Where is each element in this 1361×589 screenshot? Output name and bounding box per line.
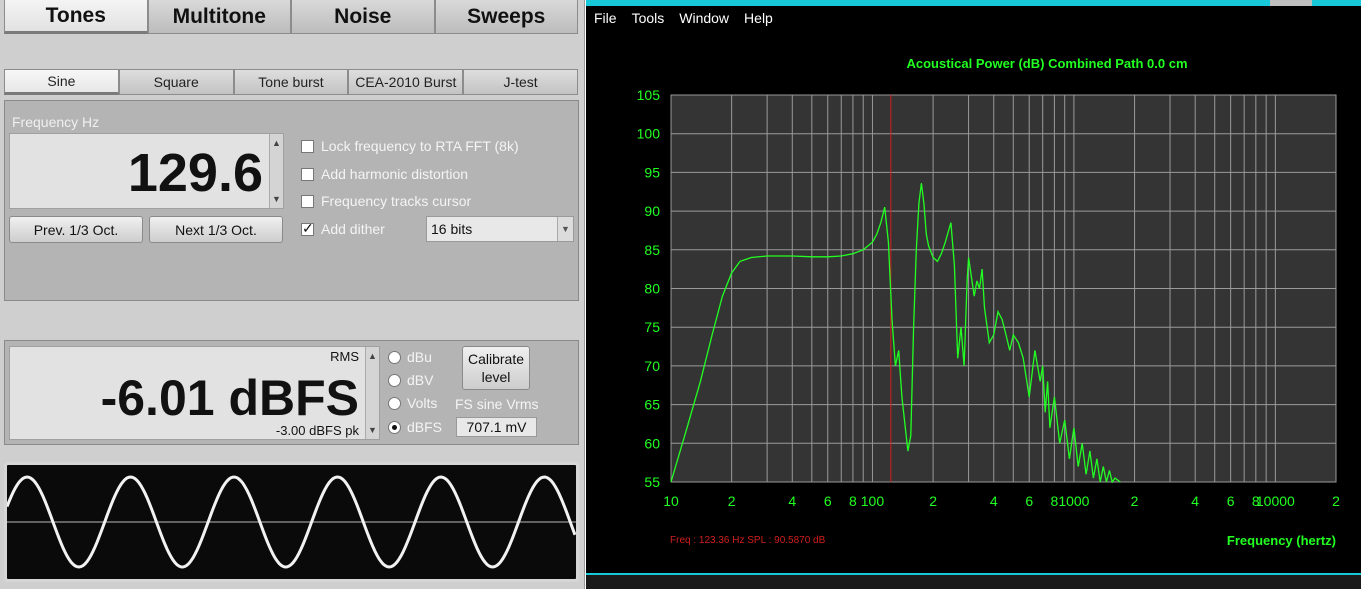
checkbox[interactable]: [301, 220, 314, 237]
option-label: Add dither: [321, 221, 385, 237]
chart-title: Acoustical Power (dB) Combined Path 0.0 …: [907, 56, 1188, 71]
option-label: Frequency tracks cursor: [321, 193, 472, 209]
x-tick-label: 6: [1227, 493, 1235, 509]
spin-down-icon[interactable]: ▼: [368, 425, 377, 435]
y-tick-label: 65: [644, 397, 660, 413]
subtab-square[interactable]: Square: [118, 69, 234, 95]
frequency-stepper[interactable]: ▲ ▼: [269, 134, 283, 208]
level-display[interactable]: RMS -6.01 dBFS -3.00 dBFS pk ▲ ▼: [9, 346, 380, 440]
x-tick-label: 1000: [1058, 493, 1089, 509]
rms-label: RMS: [330, 349, 359, 364]
measurement-window: File Tools Window Help 55 60 65 70 75 80 85 90 9…: [586, 0, 1361, 589]
checkbox[interactable]: [301, 194, 314, 208]
frequency-value: 129.6: [127, 143, 263, 203]
y-tick-label: 95: [644, 164, 660, 180]
option-frequency-tracks-cursor[interactable]: Frequency tracks cursor: [301, 193, 471, 209]
y-tick-label: 75: [644, 319, 660, 335]
dither-bits-select[interactable]: 16 bits ▼: [426, 216, 574, 242]
unit-dbu[interactable]: dBu: [388, 349, 432, 365]
radio-button[interactable]: [388, 373, 401, 387]
generator-tabs: Tones Multitone Noise Sweeps: [4, 0, 578, 34]
frequency-panel: Frequency Hz 129.6 ▲ ▼ Prev. 1/3 Oct. Ne…: [4, 100, 579, 301]
x-tick-label: 4: [788, 493, 796, 509]
frequency-response-chart[interactable]: 55606570758085909510010510 2 4 6 8 100 2 4 6 8 100…: [586, 0, 1361, 573]
x-tick-label: 2: [929, 493, 937, 509]
tab-tones[interactable]: Tones: [4, 0, 148, 34]
y-tick-label: 70: [644, 358, 660, 374]
subtab-sine[interactable]: Sine: [4, 69, 119, 95]
prev-octave-button[interactable]: Prev. 1/3 Oct.: [9, 216, 143, 243]
taskbar-strip: [586, 573, 1361, 589]
x-tick-label: 10000: [1256, 493, 1295, 509]
y-tick-label: 60: [644, 435, 660, 451]
cursor-readout: Freq : 123.36 Hz SPL : 90.5870 dB: [670, 535, 826, 546]
waveform-tabs: Sine Square Tone burst CEA-2010 Burst J-…: [4, 69, 578, 95]
x-axis-label: Frequency (hertz): [1227, 533, 1336, 548]
tab-noise[interactable]: Noise: [291, 0, 435, 34]
x-tick-label: 100: [861, 493, 885, 509]
y-tick-label: 90: [644, 203, 660, 219]
subtab-tone-burst[interactable]: Tone burst: [233, 69, 349, 95]
subtab-j-test[interactable]: J-test: [463, 69, 578, 95]
x-tick-label: 4: [1191, 493, 1199, 509]
radio-button[interactable]: [388, 396, 401, 410]
signal-generator-panel: Tones Multitone Noise Sweeps Sine Square…: [0, 0, 585, 589]
x-tick-label: 10: [663, 493, 679, 509]
unit-dbfs[interactable]: dBFS: [388, 419, 442, 435]
x-tick-label: 6: [1025, 493, 1033, 509]
x-tick-label: 2: [1131, 493, 1139, 509]
tab-multitone[interactable]: Multitone: [147, 0, 291, 34]
unit-label: dBV: [407, 372, 434, 388]
level-value: -6.01 dBFS: [100, 370, 359, 426]
option-harmonic-distortion[interactable]: Add harmonic distortion: [301, 166, 468, 182]
radio-button[interactable]: [388, 420, 401, 434]
option-lock-frequency[interactable]: Lock frequency to RTA FFT (8k): [301, 138, 519, 154]
y-tick-label: 85: [644, 242, 660, 258]
level-stepper[interactable]: ▲ ▼: [365, 347, 379, 439]
unit-volts[interactable]: Volts: [388, 395, 437, 411]
x-tick-label: 8: [1050, 493, 1058, 509]
spin-up-icon[interactable]: ▲: [368, 351, 377, 361]
tab-sweeps[interactable]: Sweeps: [434, 0, 578, 34]
fs-sine-label: FS sine Vrms: [455, 396, 539, 412]
unit-label: dBFS: [407, 419, 443, 435]
unit-label: Volts: [407, 395, 438, 411]
spin-up-icon[interactable]: ▲: [272, 138, 281, 148]
option-label: Lock frequency to RTA FFT (8k): [321, 138, 519, 154]
y-tick-label: 100: [637, 126, 661, 142]
x-tick-label: 2: [1332, 493, 1340, 509]
checkbox[interactable]: [301, 167, 314, 181]
next-octave-button[interactable]: Next 1/3 Oct.: [149, 216, 283, 243]
x-tick-label: 2: [728, 493, 736, 509]
checkbox[interactable]: [301, 139, 314, 153]
spin-down-icon[interactable]: ▼: [272, 194, 281, 204]
unit-label: dBu: [407, 349, 432, 365]
dither-bits-value: 16 bits: [431, 221, 473, 237]
peak-level: -3.00 dBFS pk: [275, 423, 359, 438]
waveform-svg: [5, 475, 577, 569]
x-tick-label: 4: [990, 493, 998, 509]
fs-sine-value[interactable]: 707.1 mV: [456, 417, 537, 437]
y-tick-label: 105: [637, 87, 661, 103]
calibrate-level-button[interactable]: Calibrate level: [462, 346, 530, 390]
x-tick-label: 6: [824, 493, 832, 509]
option-add-dither[interactable]: Add dither: [301, 220, 385, 237]
y-tick-label: 55: [644, 474, 660, 490]
x-tick-label: 8: [849, 493, 857, 509]
unit-dbv[interactable]: dBV: [388, 372, 433, 388]
frequency-label: Frequency Hz: [12, 114, 100, 130]
waveform-scope: [4, 462, 579, 582]
option-label: Add harmonic distortion: [321, 166, 469, 182]
y-tick-label: 80: [644, 281, 660, 297]
radio-button[interactable]: [388, 350, 401, 364]
chevron-down-icon[interactable]: ▼: [557, 217, 573, 241]
subtab-cea-2010-burst[interactable]: CEA-2010 Burst: [348, 69, 464, 95]
frequency-display[interactable]: 129.6 ▲ ▼: [9, 133, 284, 209]
level-panel: RMS -6.01 dBFS -3.00 dBFS pk ▲ ▼ dBu dBV…: [4, 340, 579, 445]
